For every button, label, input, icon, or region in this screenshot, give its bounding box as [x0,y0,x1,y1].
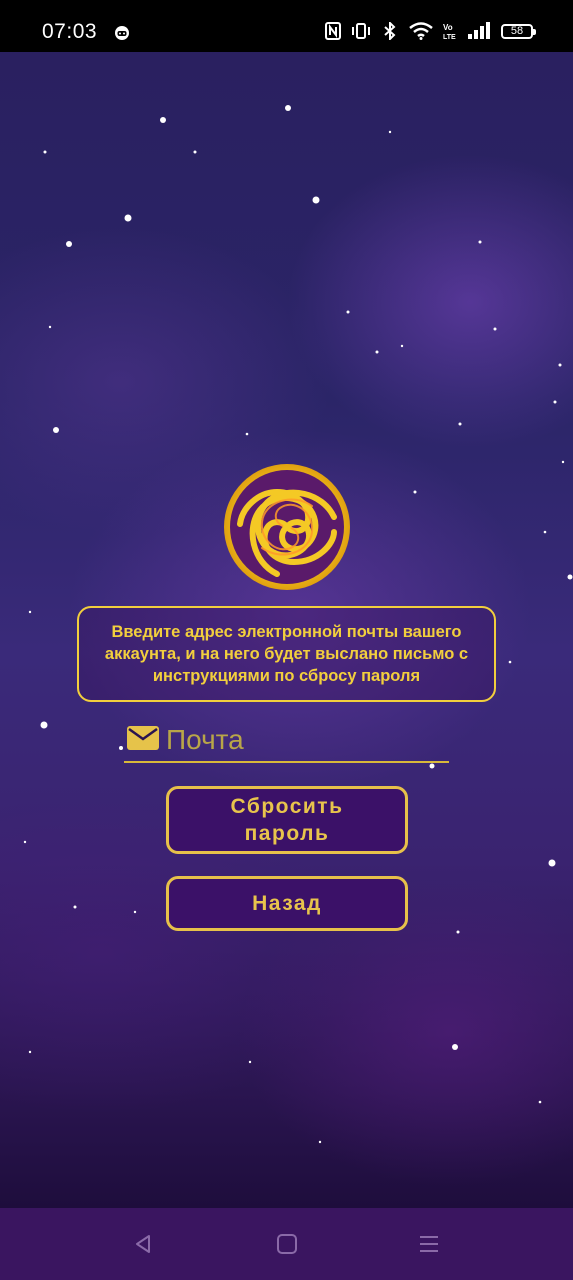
battery-indicator: 58 [501,23,536,39]
envelope-icon [127,726,159,750]
status-time: 07:03 [42,20,98,43]
email-field [124,718,449,763]
golden-spiral-logo-icon [224,464,350,590]
system-navigation-bar [0,1208,573,1280]
status-bar: 07:03 Vo LTE 58 [0,0,573,52]
volte-icon: Vo LTE [443,23,456,40]
nfc-icon [325,22,341,40]
nav-home-icon[interactable] [275,1232,299,1256]
instructions-text: Введите адрес электронной почты вашего а… [77,606,496,702]
status-icons: Vo LTE 58 [325,22,536,40]
email-input[interactable] [166,720,446,760]
svg-text:Vo: Vo [443,23,453,32]
wifi-icon [409,22,433,40]
assistant-face-icon [115,26,129,40]
reset-password-button[interactable]: Сбросить пароль [166,786,408,854]
back-button[interactable]: Назад [166,876,408,931]
bluetooth-icon [384,22,396,40]
vibrate-icon [352,23,370,39]
svg-text:LTE: LTE [443,34,456,40]
nav-menu-icon[interactable] [417,1232,441,1256]
nav-back-icon[interactable] [132,1232,156,1256]
signal-icon [468,22,490,39]
